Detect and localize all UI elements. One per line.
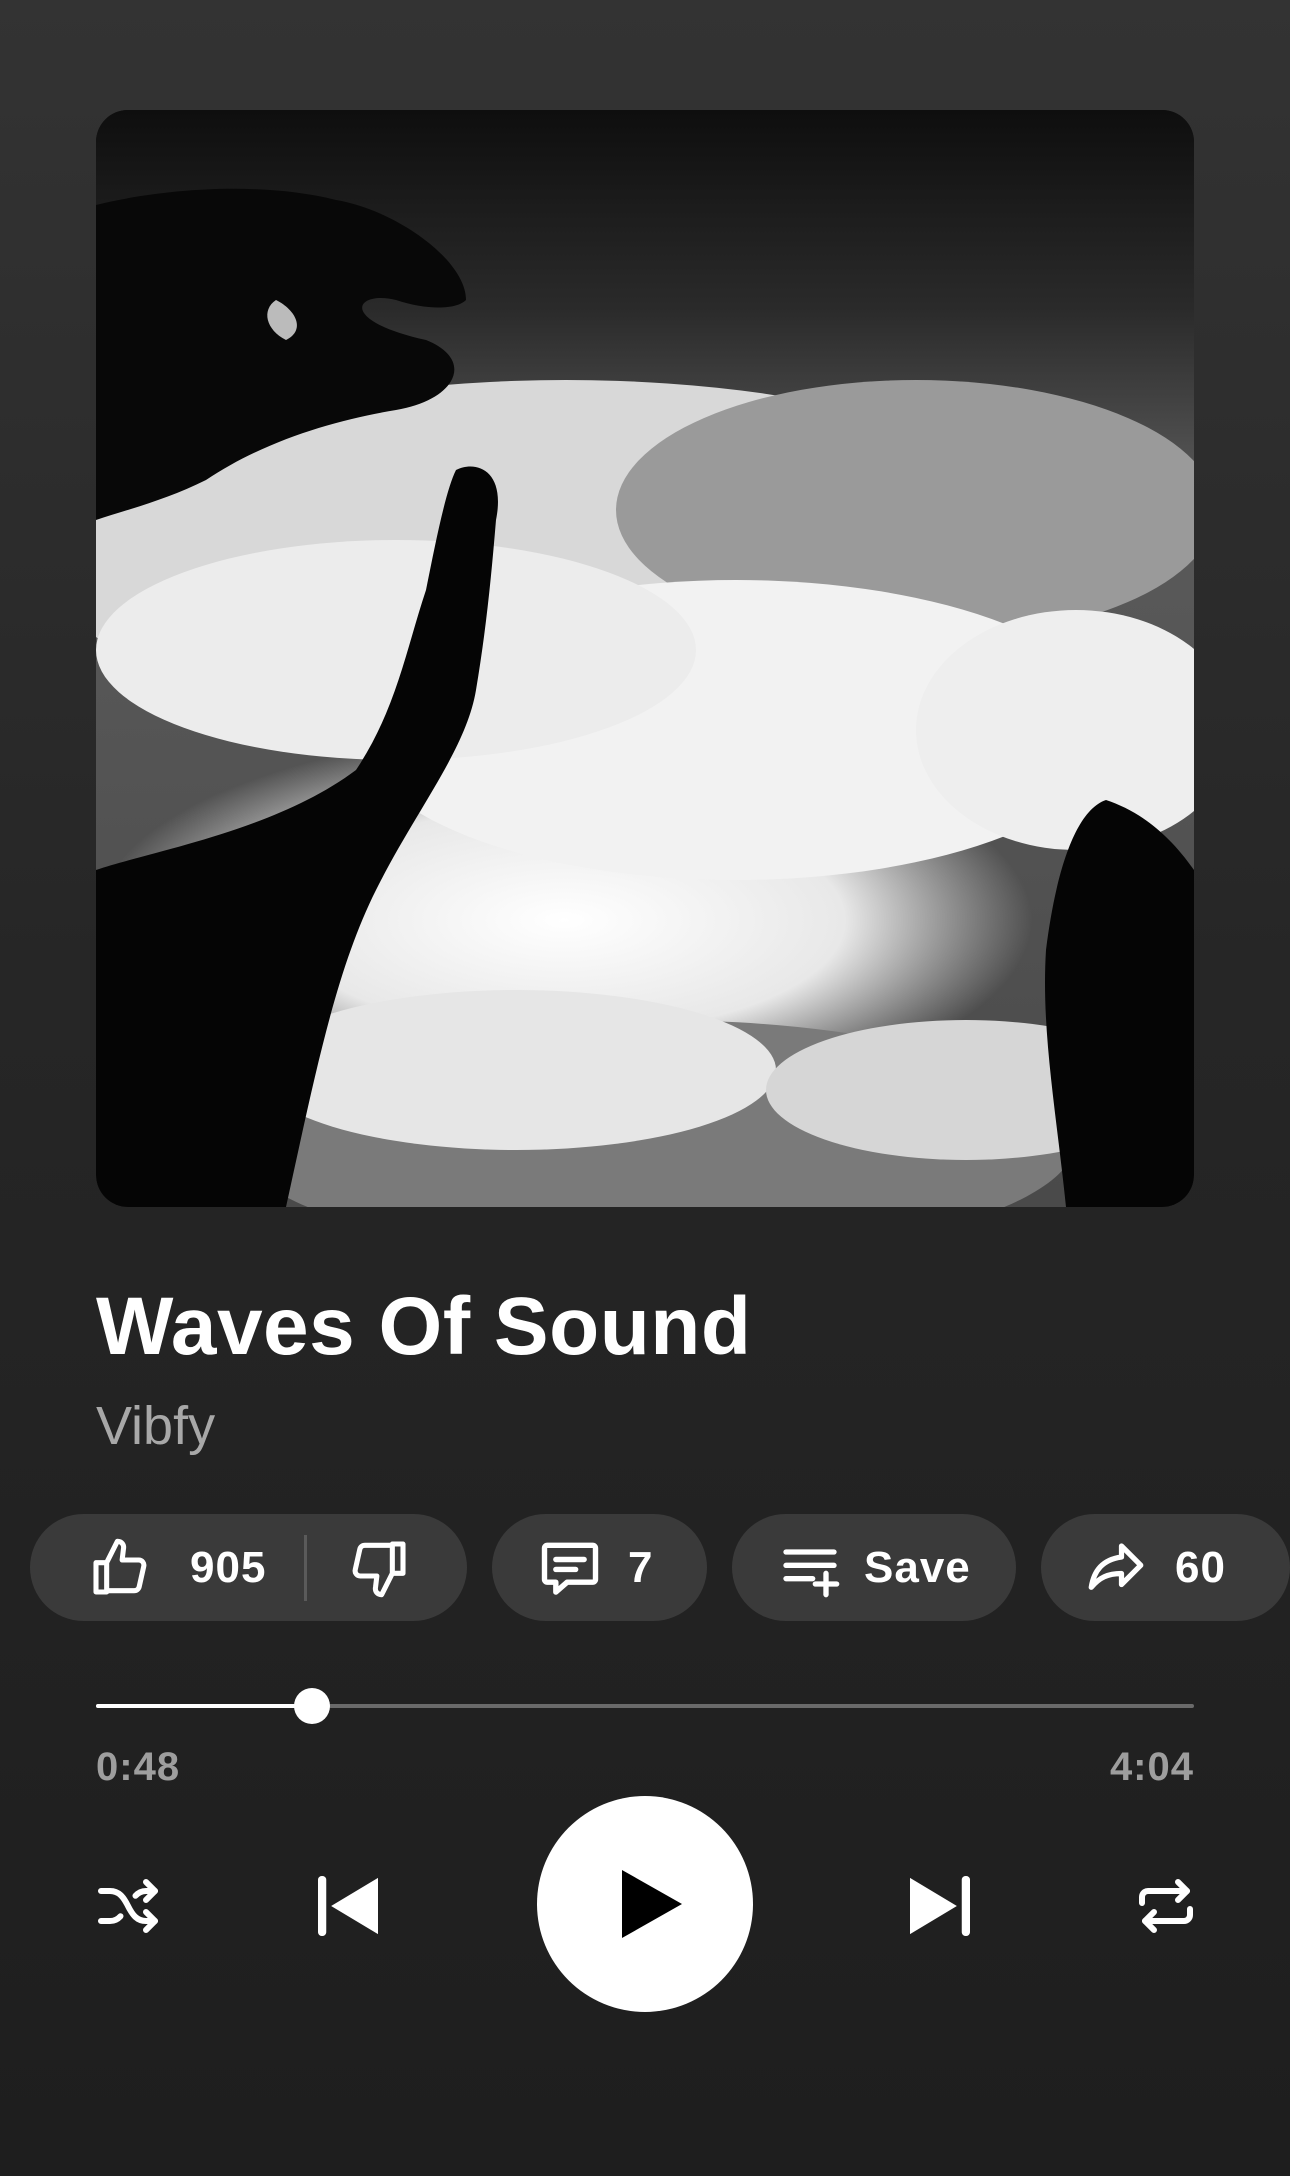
seek-handle[interactable] [294, 1688, 331, 1724]
skip-previous-icon [318, 1876, 378, 1936]
play-icon [622, 1870, 682, 1938]
action-bar: 905 7 Save 60 [30, 1514, 1290, 1621]
seek-progress-fill [96, 1704, 313, 1708]
share-count: 60 [1175, 1542, 1226, 1592]
save-label: Save [864, 1542, 971, 1592]
comment-icon [541, 1542, 599, 1595]
previous-button[interactable] [300, 1858, 396, 1954]
album-artwork [96, 110, 1194, 1207]
comment-count: 7 [628, 1542, 654, 1592]
like-count: 905 [190, 1542, 267, 1592]
total-duration: 4:04 [1109, 1745, 1194, 1789]
share-button[interactable]: 60 [1041, 1514, 1290, 1621]
thumbs-down-icon [353, 1540, 406, 1597]
repeat-icon [1139, 1879, 1193, 1933]
elapsed-time: 0:48 [96, 1745, 181, 1789]
repeat-button[interactable] [1124, 1864, 1208, 1948]
comments-button[interactable]: 7 [492, 1514, 707, 1621]
dislike-button[interactable] [347, 1536, 411, 1600]
song-title: Waves Of Sound [96, 1281, 752, 1372]
thumbs-up-icon [93, 1538, 147, 1595]
skip-next-icon [910, 1876, 970, 1936]
shuffle-button[interactable] [88, 1866, 168, 1946]
artist-name[interactable]: Vibfy [96, 1395, 215, 1457]
like-button[interactable]: 905 [88, 1536, 266, 1600]
save-button[interactable]: Save [732, 1514, 1016, 1621]
playlist-add-icon [783, 1548, 840, 1597]
next-button[interactable] [892, 1858, 988, 1954]
play-button[interactable] [537, 1796, 753, 2012]
seek-bar[interactable] [96, 1688, 1194, 1724]
share-arrow-icon [1088, 1542, 1144, 1590]
like-divider [304, 1534, 308, 1601]
album-artwork-image [96, 110, 1194, 1207]
like-dislike-pill: 905 [30, 1514, 467, 1621]
shuffle-icon [98, 1879, 158, 1933]
